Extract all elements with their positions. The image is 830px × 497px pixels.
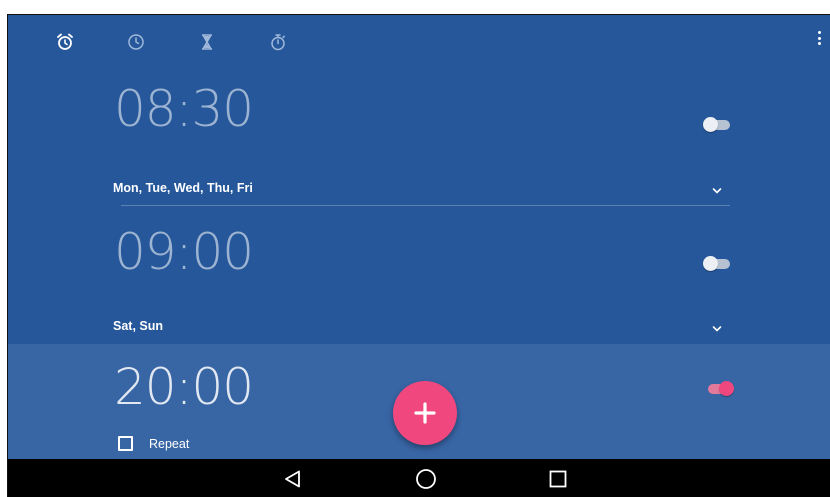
- timer-icon: [202, 34, 212, 50]
- alarm-item[interactable]: 09:00 Sat, Sun: [8, 208, 830, 344]
- back-icon: [285, 470, 300, 488]
- plus-icon: [414, 402, 436, 424]
- alarm-toggle[interactable]: [703, 380, 734, 398]
- clock-icon: [128, 34, 144, 50]
- alarm-time[interactable]: 09:00: [114, 227, 254, 277]
- alarm-days[interactable]: Mon, Tue, Wed, Thu, Fri: [113, 181, 253, 195]
- repeat-label: Repeat: [149, 436, 190, 451]
- stopwatch-icon: [271, 34, 285, 51]
- chevron-down-icon[interactable]: [710, 322, 724, 336]
- nav-recents-button[interactable]: [545, 466, 571, 492]
- tab-stopwatch[interactable]: [265, 29, 291, 55]
- tab-bar: [8, 15, 830, 70]
- system-navigation-bar: [8, 459, 830, 497]
- add-alarm-button[interactable]: [393, 381, 457, 445]
- alarm-toggle[interactable]: [703, 255, 733, 273]
- alarm-time[interactable]: 08:30: [114, 84, 254, 134]
- tab-clock[interactable]: [123, 29, 149, 55]
- nav-home-button[interactable]: [413, 466, 439, 492]
- alarm-icon: [57, 33, 73, 50]
- nav-back-button[interactable]: [280, 466, 306, 492]
- tab-alarm[interactable]: [52, 29, 78, 55]
- divider: [121, 205, 730, 206]
- chevron-down-icon[interactable]: [710, 184, 724, 198]
- clock-app-screen: 08:30 Mon, Tue, Wed, Thu, Fri 09:00 Sat,…: [8, 15, 830, 497]
- tab-timer[interactable]: [194, 29, 220, 55]
- alarm-toggle[interactable]: [703, 116, 733, 134]
- repeat-checkbox[interactable]: Repeat: [118, 436, 189, 451]
- recents-icon: [549, 470, 567, 488]
- home-icon: [416, 469, 436, 489]
- alarm-item[interactable]: 08:30 Mon, Tue, Wed, Thu, Fri: [8, 70, 830, 206]
- overflow-menu-icon[interactable]: [812, 31, 826, 45]
- alarm-days[interactable]: Sat, Sun: [113, 319, 163, 333]
- checkbox-icon: [118, 436, 133, 451]
- alarm-time[interactable]: 20:00: [114, 362, 254, 412]
